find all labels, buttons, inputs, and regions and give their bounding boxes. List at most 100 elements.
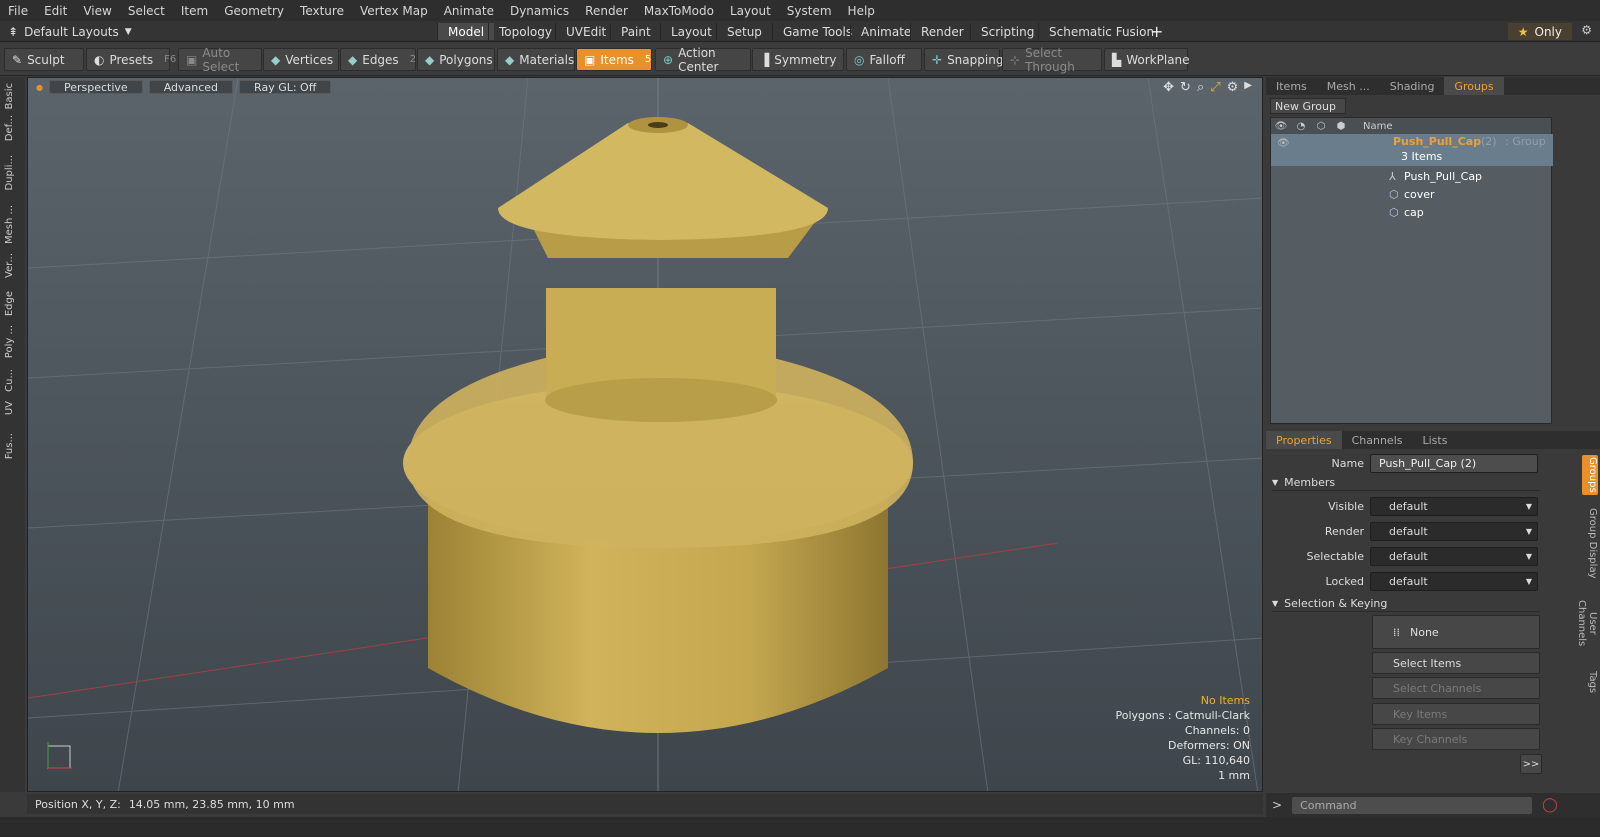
select-items-button[interactable]: Select Items bbox=[1372, 652, 1540, 674]
layout-tab[interactable]: Scripting bbox=[970, 23, 1044, 40]
layout-tab[interactable]: Layout bbox=[660, 23, 722, 40]
sculpt-button[interactable]: ✎ Sculpt bbox=[4, 48, 84, 71]
left-tool-tab[interactable]: Poly ... bbox=[4, 325, 20, 358]
menu-item[interactable]: MaxToModo bbox=[636, 4, 722, 18]
view-perspective-button[interactable]: Perspective bbox=[48, 80, 143, 94]
layout-tab[interactable]: Topology bbox=[488, 23, 562, 40]
right-panel-tab[interactable]: Mesh ... bbox=[1317, 77, 1380, 95]
eye-icon[interactable]: 👁 bbox=[1271, 121, 1291, 132]
symmetry-button[interactable]: ▐ Symmetry bbox=[752, 48, 844, 71]
zoom-icon[interactable]: ⌕ bbox=[1197, 80, 1204, 95]
left-tool-tab[interactable]: Ver... bbox=[4, 253, 20, 278]
menu-item[interactable]: View bbox=[75, 4, 119, 18]
right-panel-tab[interactable]: Groups bbox=[1444, 77, 1504, 95]
left-tool-tab[interactable]: Def... bbox=[4, 115, 20, 141]
move-view-icon[interactable]: ✥ bbox=[1163, 80, 1174, 95]
left-tool-tab[interactable]: Fus... bbox=[4, 433, 20, 459]
lock-icon[interactable]: ⬡ bbox=[1311, 121, 1331, 132]
only-button[interactable]: ★ Only bbox=[1507, 23, 1572, 40]
left-tool-tab[interactable]: UV bbox=[4, 401, 20, 415]
right-panel-tab[interactable]: Items bbox=[1266, 77, 1317, 95]
add-tab-icon[interactable]: + bbox=[1150, 22, 1163, 41]
properties-side-tab[interactable]: Group Display bbox=[1582, 507, 1598, 579]
properties-side-tab[interactable]: User Channels bbox=[1576, 587, 1598, 659]
properties-side-tab[interactable]: Tags bbox=[1582, 669, 1598, 695]
menu-item[interactable]: Texture bbox=[292, 4, 352, 18]
presets-button[interactable]: ◐ Presets F6 bbox=[86, 48, 176, 71]
polygons-button[interactable]: ◆ Polygons bbox=[417, 48, 495, 71]
name-field[interactable]: Push_Pull_Cap (2) bbox=[1370, 453, 1538, 473]
3d-viewport[interactable]: ● Perspective Advanced Ray GL: Off ✥ ↻ ⌕… bbox=[27, 77, 1263, 792]
record-icon[interactable]: ◯ bbox=[1542, 797, 1558, 813]
group-eye-icon[interactable]: 👁 bbox=[1277, 138, 1290, 149]
vertices-button[interactable]: ◆Vertices1 bbox=[263, 48, 350, 71]
menu-item[interactable]: Item bbox=[173, 4, 216, 18]
left-tool-tab[interactable]: Mesh ... bbox=[4, 205, 20, 244]
menu-item[interactable]: System bbox=[779, 4, 840, 18]
new-group-button[interactable]: New Group bbox=[1270, 98, 1346, 114]
left-tool-tab[interactable]: Cu... bbox=[4, 369, 20, 392]
edges-button[interactable]: ◆ Edges 2 bbox=[340, 48, 416, 71]
key-items-button[interactable]: Key Items bbox=[1372, 703, 1540, 725]
more-button[interactable]: >> bbox=[1520, 754, 1542, 774]
group-child-row[interactable]: ⬡ cover bbox=[1271, 186, 1553, 203]
layout-tab[interactable]: Paint bbox=[610, 23, 661, 40]
viewport-settings-icon[interactable]: ⚙ bbox=[1227, 80, 1239, 95]
layout-tab[interactable]: Render bbox=[910, 23, 974, 40]
properties-side-tab[interactable]: Groups bbox=[1582, 455, 1598, 495]
layout-tab[interactable]: Schematic Fusion bbox=[1038, 23, 1164, 40]
properties-tab[interactable]: Channels bbox=[1342, 431, 1413, 449]
layout-tab[interactable]: Game Tools bbox=[772, 23, 862, 40]
left-tool-tab[interactable]: Basic bbox=[4, 83, 20, 109]
layout-tab[interactable]: Setup bbox=[716, 23, 772, 40]
menu-item[interactable]: Animate bbox=[436, 4, 502, 18]
auto-select-button[interactable]: ▣ Auto Select bbox=[178, 46, 262, 74]
menu-item[interactable]: Layout bbox=[722, 4, 779, 18]
menu-item[interactable]: Select bbox=[120, 4, 173, 18]
members-section[interactable]: ▼ Members bbox=[1272, 475, 1540, 491]
layout-tab[interactable]: UVEdit bbox=[555, 23, 616, 40]
key-channels-button[interactable]: Key Channels bbox=[1372, 728, 1540, 750]
rotate-view-icon[interactable]: ↻ bbox=[1180, 80, 1191, 95]
raygl-button[interactable]: Ray GL: Off bbox=[239, 80, 332, 94]
render-icon[interactable]: ◔ bbox=[1291, 121, 1311, 132]
group-child-row[interactable]: ⬡ cap bbox=[1271, 204, 1553, 221]
none-button[interactable]: ⁞⁞ None bbox=[1372, 615, 1540, 649]
command-input[interactable]: Command bbox=[1292, 796, 1533, 814]
select-through-button[interactable]: ⊹ Select Through bbox=[1002, 46, 1102, 74]
menu-item[interactable]: Vertex Map bbox=[352, 4, 436, 18]
falloff-button[interactable]: ◎ Falloff bbox=[846, 48, 922, 71]
visible-select[interactable]: default ▼ bbox=[1370, 496, 1538, 516]
push-pull-cap-model[interactable] bbox=[403, 117, 913, 733]
layout-tab[interactable]: Model bbox=[437, 23, 495, 40]
snapping-button[interactable]: ✛ Snapping bbox=[924, 48, 1003, 71]
layout-selector[interactable]: ⇞ Default Layouts ▼ bbox=[8, 23, 132, 40]
group-row[interactable]: 👁 Push_Pull_Cap (2) : Group 3 Items bbox=[1271, 134, 1553, 166]
selectable-select[interactable]: default ▼ bbox=[1370, 546, 1538, 566]
select-channels-button[interactable]: Select Channels bbox=[1372, 677, 1540, 699]
materials-button[interactable]: ◆ Materials bbox=[497, 48, 575, 71]
menu-item[interactable]: Dynamics bbox=[502, 4, 577, 18]
view-mode-button[interactable]: Advanced bbox=[148, 80, 234, 94]
workplane-button[interactable]: ▙ WorkPlane bbox=[1104, 48, 1190, 71]
gear-icon[interactable]: ⚙ bbox=[1581, 23, 1592, 37]
menu-item[interactable]: File bbox=[0, 4, 36, 18]
left-tool-tab[interactable]: Dupli... bbox=[4, 155, 20, 190]
action-center-button[interactable]: ⊕ Action Center bbox=[655, 46, 751, 74]
select-icon[interactable]: ⬢ bbox=[1331, 121, 1351, 132]
selection-keying-section[interactable]: ▼ Selection & Keying bbox=[1272, 596, 1540, 612]
menu-item[interactable]: Geometry bbox=[216, 4, 292, 18]
group-child-row[interactable]: ⅄ Push_Pull_Cap bbox=[1271, 168, 1553, 185]
menu-item[interactable]: Render bbox=[577, 4, 636, 18]
items-button[interactable]: ▣ Items 5 bbox=[576, 48, 652, 71]
properties-tab[interactable]: Properties bbox=[1266, 431, 1342, 449]
menu-item[interactable]: Edit bbox=[36, 4, 75, 18]
locked-select[interactable]: default ▼ bbox=[1370, 571, 1538, 591]
expand-right-icon[interactable]: ▶ bbox=[1244, 80, 1252, 95]
render-select[interactable]: default ▼ bbox=[1370, 521, 1538, 541]
properties-tab[interactable]: Lists bbox=[1413, 431, 1458, 449]
right-panel-tab[interactable]: Shading bbox=[1380, 77, 1445, 95]
menu-item[interactable]: Help bbox=[840, 4, 883, 18]
left-tool-tab[interactable]: Edge bbox=[4, 291, 20, 316]
fit-view-icon[interactable]: ⤢ bbox=[1210, 80, 1220, 95]
